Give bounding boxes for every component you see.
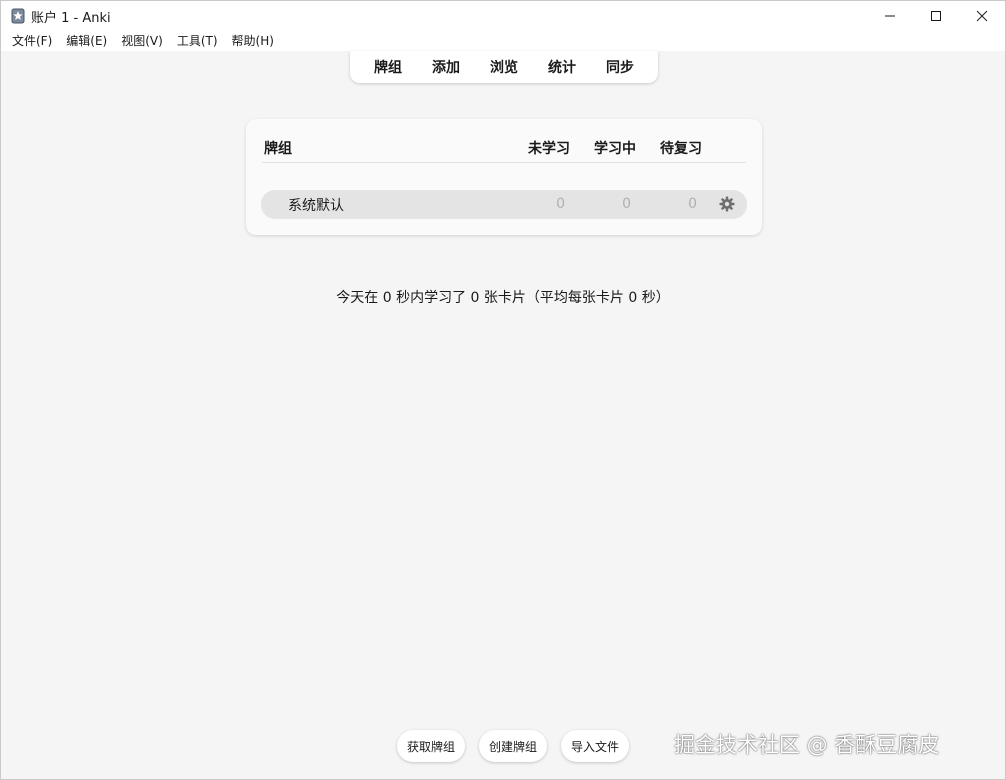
title-bar: 账户 1 - Anki	[1, 1, 1005, 31]
deck-name[interactable]: 系统默认	[288, 195, 344, 215]
deck-list: 牌组 未学习 学习中 待复习 系统默认 0 0 0	[246, 119, 762, 235]
menu-tools[interactable]: 工具(T)	[170, 31, 225, 51]
menu-edit[interactable]: 编辑(E)	[59, 31, 114, 51]
header-due: 待复习	[660, 141, 702, 157]
deck-new-count: 0	[556, 196, 565, 212]
menu-view[interactable]: 视图(V)	[114, 31, 170, 51]
minimize-button[interactable]	[867, 1, 913, 31]
header-deck: 牌组	[264, 141, 292, 157]
menu-file[interactable]: 文件(F)	[5, 31, 59, 51]
header-new: 未学习	[528, 141, 570, 157]
maximize-button[interactable]	[913, 1, 959, 31]
get-shared-button[interactable]: 获取牌组	[397, 730, 465, 762]
close-button[interactable]	[959, 1, 1005, 31]
menu-help[interactable]: 帮助(H)	[225, 31, 281, 51]
toolbar-browse[interactable]: 浏览	[475, 57, 533, 77]
import-file-button[interactable]: 导入文件	[561, 730, 629, 762]
create-deck-button[interactable]: 创建牌组	[479, 730, 547, 762]
deck-due-count: 0	[688, 196, 697, 212]
main-toolbar: 牌组 添加 浏览 统计 同步	[350, 51, 658, 83]
deck-learn-count: 0	[622, 196, 631, 212]
toolbar-sync[interactable]: 同步	[591, 57, 649, 77]
toolbar-stats[interactable]: 统计	[533, 57, 591, 77]
menu-bar: 文件(F) 编辑(E) 视图(V) 工具(T) 帮助(H)	[1, 31, 1005, 51]
minimize-icon	[885, 15, 895, 17]
toolbar-decks[interactable]: 牌组	[359, 57, 417, 77]
today-stats: 今天在 0 秒内学习了 0 张卡片（平均每张卡片 0 秒）	[336, 290, 670, 306]
maximize-icon	[931, 11, 941, 21]
deck-row[interactable]: 系统默认 0 0 0	[261, 190, 747, 219]
gear-icon[interactable]	[719, 196, 735, 212]
close-icon	[976, 10, 988, 22]
window-controls	[867, 1, 1005, 31]
window-title: 账户 1 - Anki	[31, 10, 111, 26]
deck-list-header: 牌组 未学习 学习中 待复习	[262, 119, 746, 163]
watermark: 掘金技术社区 @ 香酥豆腐皮	[674, 733, 940, 757]
header-learn: 学习中	[594, 141, 636, 157]
anki-window: 账户 1 - Anki 文件(F) 编辑(E) 视图(V) 工具(T) 帮助(H…	[0, 0, 1006, 780]
toolbar-add[interactable]: 添加	[417, 57, 475, 77]
anki-app-icon	[11, 8, 25, 24]
